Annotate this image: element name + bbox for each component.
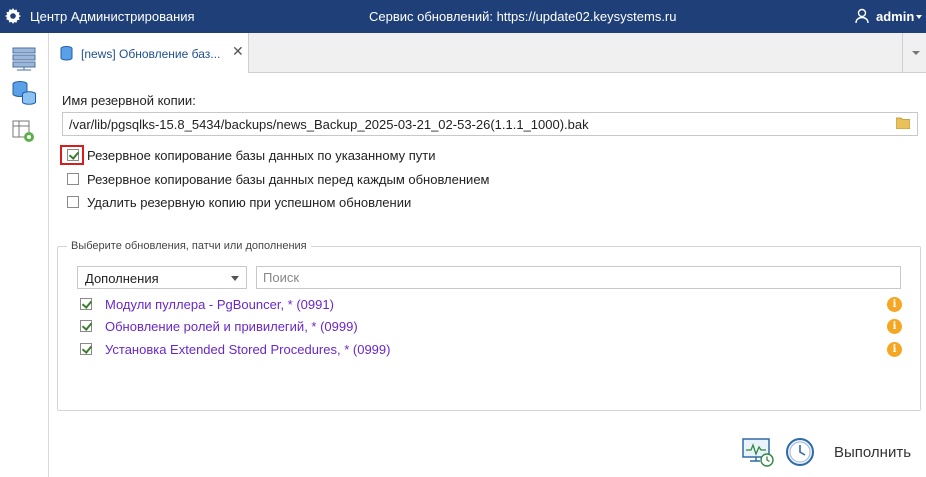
- backup-path-field[interactable]: /var/lib/pgsqlks-15.8_5434/backups/news_…: [62, 112, 918, 136]
- databases-icon[interactable]: [11, 80, 37, 106]
- service-url: Сервис обновлений: https://update02.keys…: [369, 9, 677, 24]
- option-backup-path[interactable]: Резервное копирование базы данных по ука…: [67, 146, 436, 164]
- filter-dropdown[interactable]: Дополнения: [77, 266, 247, 289]
- option-delete-backup[interactable]: Удалить резервную копию при успешном обн…: [67, 193, 411, 211]
- backup-name-label: Имя резервной копии:: [62, 93, 196, 108]
- checkbox[interactable]: [80, 298, 92, 310]
- run-button[interactable]: Выполнить: [834, 444, 911, 461]
- update-link[interactable]: Установка Extended Stored Procedures, * …: [105, 342, 390, 357]
- clock-icon[interactable]: [785, 437, 815, 467]
- info-icon[interactable]: i: [887, 342, 902, 357]
- list-item[interactable]: Модули пуллера - PgBouncer, * (0991): [80, 295, 334, 313]
- username[interactable]: admin: [876, 9, 914, 24]
- server-list-icon[interactable]: [11, 45, 37, 71]
- chevron-down-icon: [231, 276, 239, 281]
- gear-icon[interactable]: [5, 8, 21, 24]
- list-item[interactable]: Обновление ролей и привилегий, * (0999): [80, 317, 358, 335]
- checkbox[interactable]: [67, 149, 79, 161]
- folder-icon[interactable]: [896, 117, 910, 129]
- tab-news-update[interactable]: [news] Обновление баз... ✕: [50, 33, 249, 73]
- monitor-clock-icon[interactable]: [742, 437, 774, 467]
- info-icon[interactable]: i: [887, 319, 902, 334]
- user-icon[interactable]: [855, 8, 869, 24]
- table-settings-icon[interactable]: [11, 119, 37, 145]
- checkbox[interactable]: [80, 343, 92, 355]
- update-link[interactable]: Модули пуллера - PgBouncer, * (0991): [105, 297, 334, 312]
- app-title: Центр Администрирования: [30, 9, 195, 24]
- database-icon: [60, 46, 73, 61]
- option-backup-each-update[interactable]: Резервное копирование базы данных перед …: [67, 170, 490, 188]
- option-label: Резервное копирование базы данных перед …: [87, 171, 490, 187]
- tab-label: [news] Обновление баз...: [81, 47, 221, 61]
- option-label: Удалить резервную копию при успешном обн…: [87, 194, 412, 210]
- checkbox[interactable]: [80, 320, 92, 332]
- filter-selected: Дополнения: [85, 271, 159, 286]
- sidebar: [0, 33, 49, 477]
- close-icon[interactable]: ✕: [232, 43, 244, 60]
- checkbox[interactable]: [67, 173, 79, 185]
- search-input[interactable]: [256, 266, 901, 289]
- tab-menu-button[interactable]: [902, 33, 926, 73]
- chevron-down-icon: [912, 51, 920, 55]
- top-bar: Центр Администрирования Сервис обновлени…: [0, 0, 926, 33]
- list-item[interactable]: Установка Extended Stored Procedures, * …: [80, 340, 390, 358]
- info-icon[interactable]: i: [887, 297, 902, 312]
- tab-strip: [news] Обновление баз... ✕: [50, 33, 926, 73]
- option-label: Резервное копирование базы данных по ука…: [87, 147, 436, 163]
- update-link[interactable]: Обновление ролей и привилегий, * (0999): [105, 319, 358, 334]
- chevron-down-icon[interactable]: [916, 15, 922, 19]
- checkbox[interactable]: [67, 196, 79, 208]
- updates-group-legend: Выберите обновления, патчи или дополнени…: [67, 240, 311, 252]
